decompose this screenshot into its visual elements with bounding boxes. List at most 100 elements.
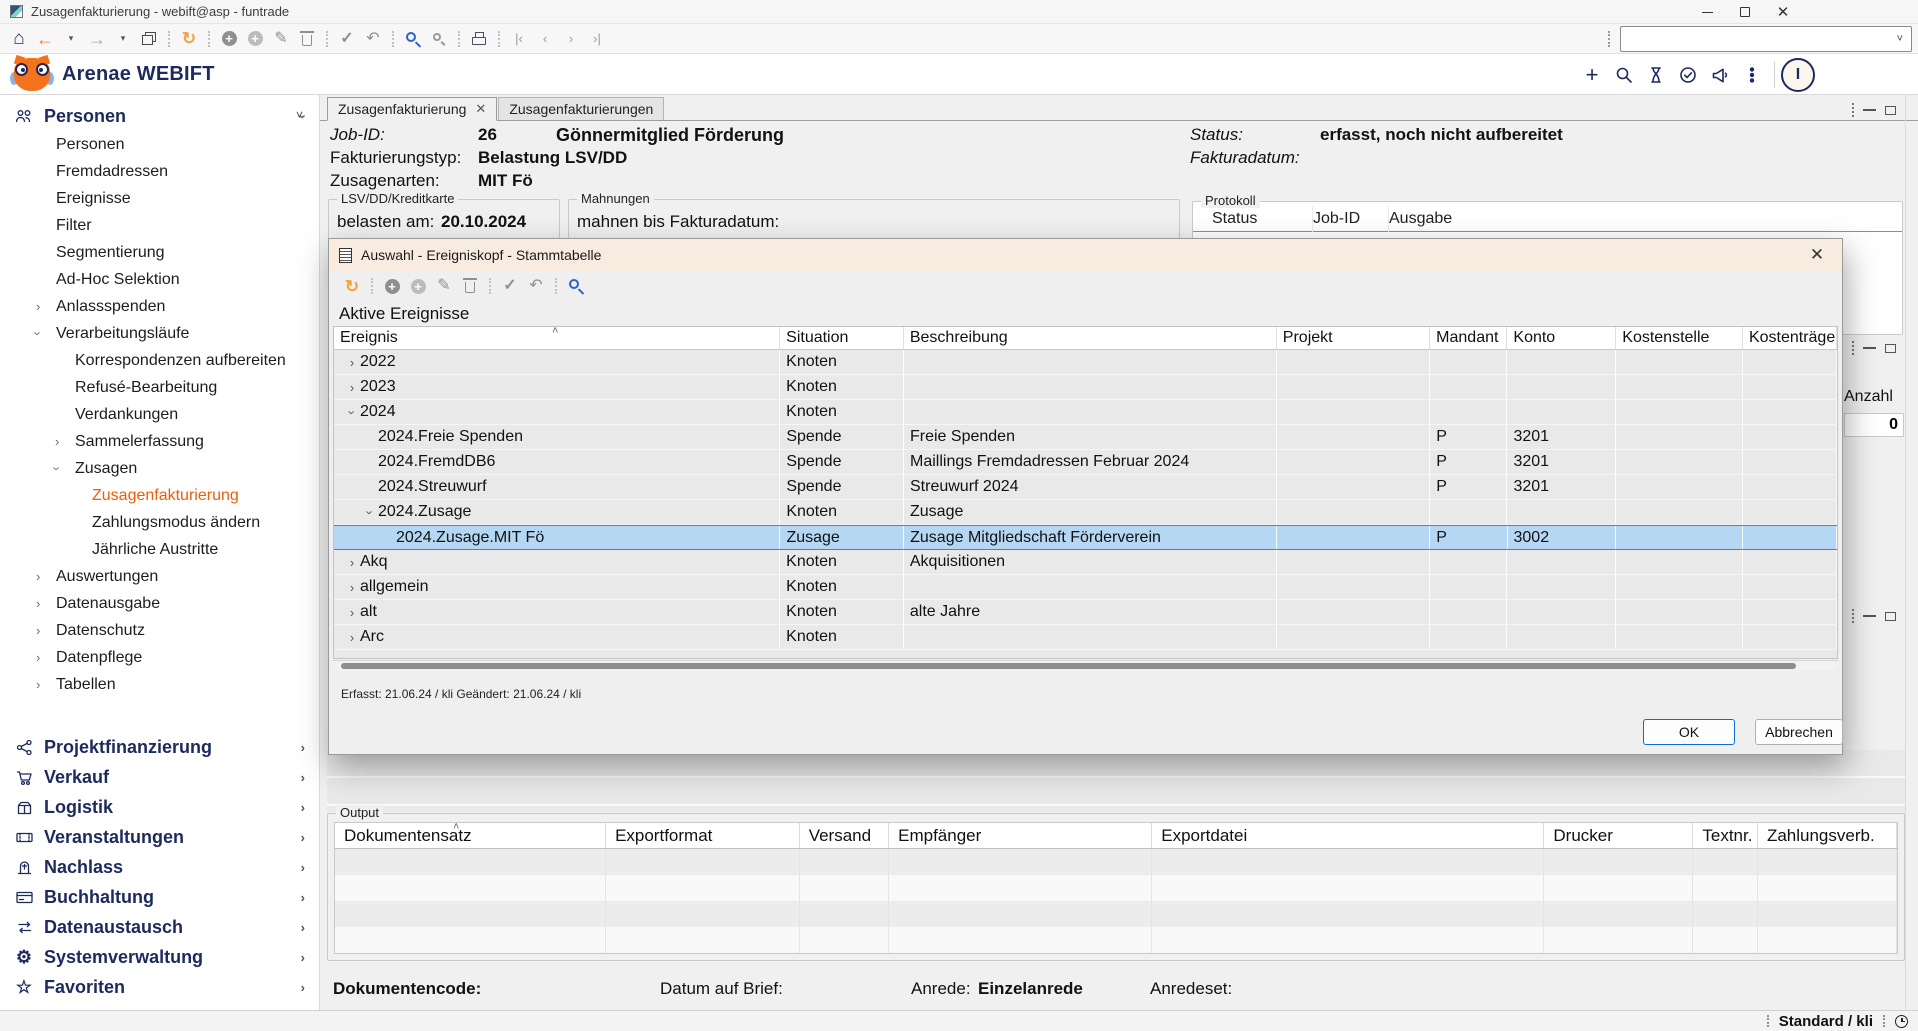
dialog-close-icon[interactable]: ✕	[1802, 245, 1832, 265]
sidebar-group-favoriten[interactable]: ☆Favoriten›	[0, 972, 319, 1002]
protokoll-column-status[interactable]: Status	[1212, 206, 1313, 232]
column-header-kostenstelle[interactable]: Kostenstelle	[1616, 327, 1743, 349]
sidebar-group-systemverwaltung[interactable]: ⚙Systemverwaltung›	[0, 942, 319, 972]
sidebar-group-projektfinanzierung[interactable]: Projektfinanzierung›	[0, 732, 319, 762]
sidebar-group-nachlass[interactable]: Nachlass›	[0, 852, 319, 882]
delete-button[interactable]	[295, 26, 319, 52]
pending-jobs-button[interactable]	[1640, 59, 1672, 91]
collapse-panel-icon[interactable]	[1863, 109, 1876, 111]
expand-panel-icon[interactable]	[1885, 106, 1896, 115]
home-button[interactable]: ⌂	[7, 26, 31, 52]
sidebar-item-verarbeitungsl-ufe[interactable]: ›Verarbeitungsläufe	[0, 320, 319, 347]
undo-button[interactable]: ↶	[524, 273, 548, 299]
add-button[interactable]: +	[1576, 59, 1608, 91]
tab-close-icon[interactable]: ✕	[475, 101, 486, 117]
chevron-right-icon[interactable]: ›	[34, 569, 56, 584]
maximize-button[interactable]	[1726, 0, 1764, 24]
edit-button[interactable]: ✎	[432, 273, 456, 299]
chevron-down-icon[interactable]: ›	[362, 505, 378, 520]
grip-icon[interactable]	[1852, 609, 1854, 623]
table-row-2022[interactable]: ›2022Knoten	[334, 350, 1837, 375]
chevron-right-icon[interactable]: ›	[344, 630, 360, 645]
sidebar-item-verdankungen[interactable]: Verdankungen	[0, 401, 319, 428]
grip-icon[interactable]	[1852, 341, 1854, 355]
tab-zusagenfakturierungen[interactable]: Zusagenfakturierungen	[498, 97, 664, 120]
chevron-right-icon[interactable]: ›	[344, 355, 360, 370]
table-row-2024-freie-spenden[interactable]: 2024.Freie SpendenSpendeFreie SpendenP32…	[334, 425, 1837, 450]
chevron-right-icon[interactable]: ›	[53, 434, 75, 449]
sidebar-item-datenausgabe[interactable]: ›Datenausgabe	[0, 590, 319, 617]
global-search-button[interactable]	[1608, 59, 1640, 91]
chevron-right-icon[interactable]: ›	[34, 650, 56, 665]
output-column-empf-nger[interactable]: Empfänger	[889, 823, 1152, 848]
confirm-button[interactable]: ✓	[498, 273, 522, 299]
sidebar-item-filter[interactable]: Filter	[0, 212, 319, 239]
table-row-2023[interactable]: ›2023Knoten	[334, 375, 1837, 400]
chevron-down-icon[interactable]: ›	[34, 326, 56, 341]
toolbar-grip-handle[interactable]	[1608, 31, 1612, 47]
forward-caret-button[interactable]: ▾	[111, 26, 135, 52]
output-column-exportdatei[interactable]: Exportdatei	[1152, 823, 1544, 848]
tab-zusagenfakturierung[interactable]: Zusagenfakturierung✕	[327, 97, 497, 121]
windows-button[interactable]	[137, 26, 161, 52]
refresh-button[interactable]: ↻	[340, 273, 364, 299]
chevron-down-icon[interactable]: ›	[53, 461, 75, 476]
confirm-button[interactable]: ✓	[335, 26, 359, 52]
sidebar-section-personen[interactable]: Personen›	[0, 101, 319, 131]
table-row-2024[interactable]: ›2024Knoten	[334, 400, 1837, 425]
expand-panel-icon[interactable]	[1885, 344, 1896, 353]
add-secondary-button[interactable]: +	[243, 26, 267, 52]
protokoll-column-job-id[interactable]: Job-ID	[1313, 206, 1389, 232]
table-row-2024-zusage-mit-f[interactable]: 2024.Zusage.MIT FöZusageZusage Mitglieds…	[334, 525, 1837, 550]
chevron-right-icon[interactable]: ›	[34, 596, 56, 611]
collapse-panel-icon[interactable]	[1863, 615, 1876, 617]
search-button[interactable]	[564, 273, 588, 299]
jump-combobox[interactable]: ˅	[1620, 26, 1912, 52]
add-button[interactable]: +	[380, 273, 404, 299]
chevron-down-icon[interactable]: ›	[344, 405, 360, 420]
close-button[interactable]: ✕	[1764, 0, 1802, 24]
sidebar-item-zusagen[interactable]: ›Zusagen	[0, 455, 319, 482]
table-row-arc[interactable]: ›ArcKnoten	[334, 625, 1837, 650]
sidebar-item-personen[interactable]: Personen	[0, 131, 319, 158]
table-row-allgemein[interactable]: ›allgemeinKnoten	[334, 575, 1837, 600]
output-column-dokumentensatz[interactable]: Dokumentensatz	[335, 823, 606, 848]
grip-icon[interactable]	[1852, 103, 1854, 117]
sidebar-item-j-hrliche-austritte[interactable]: Jährliche Austritte	[0, 536, 319, 563]
add-button[interactable]: +	[217, 26, 241, 52]
chevron-right-icon[interactable]: ›	[34, 677, 56, 692]
search-button[interactable]	[401, 26, 425, 52]
back-caret-button[interactable]: ▾	[59, 26, 83, 52]
sidebar-group-logistik[interactable]: Logistik›	[0, 792, 319, 822]
sidebar-item-ereignisse[interactable]: Ereignisse	[0, 185, 319, 212]
cancel-button[interactable]: Abbrechen	[1755, 719, 1843, 745]
table-row-2024-streuwurf[interactable]: 2024.StreuwurfSpendeStreuwurf 2024P3201	[334, 475, 1837, 500]
column-header-konto[interactable]: Konto	[1507, 327, 1616, 349]
table-row-akq[interactable]: ›AkqKnotenAkquisitionen	[334, 550, 1837, 575]
chevron-right-icon[interactable]: ›	[344, 380, 360, 395]
print-button[interactable]	[467, 26, 491, 52]
collapse-tabs-chevron-icon[interactable]: ˅	[296, 108, 303, 122]
sidebar-group-veranstaltungen[interactable]: Veranstaltungen›	[0, 822, 319, 852]
column-header-kostentr-ger[interactable]: Kostenträger	[1743, 327, 1837, 349]
output-column-drucker[interactable]: Drucker	[1544, 823, 1693, 848]
sidebar-item-korrespondenzen-aufbereiten[interactable]: Korrespondenzen aufbereiten	[0, 347, 319, 374]
clock-icon[interactable]	[1895, 1015, 1908, 1028]
output-column-exportformat[interactable]: Exportformat	[606, 823, 800, 848]
sidebar-item-zahlungsmodus-ndern[interactable]: Zahlungsmodus ändern	[0, 509, 319, 536]
sidebar-item-zusagenfakturierung[interactable]: Zusagenfakturierung	[0, 482, 319, 509]
column-header-projekt[interactable]: Projekt	[1277, 327, 1430, 349]
output-column-versand[interactable]: Versand	[800, 823, 889, 848]
nav-last-button[interactable]: ›|	[585, 26, 609, 52]
dialog-titlebar[interactable]: Auswahl - Ereigniskopf - Stammtabelle ✕	[329, 239, 1842, 271]
back-button[interactable]: ←	[33, 26, 57, 52]
sidebar-group-verkauf[interactable]: Verkauf›	[0, 762, 319, 792]
chevron-right-icon[interactable]: ›	[34, 623, 56, 638]
sidebar-group-datenaustausch[interactable]: Datenaustausch›	[0, 912, 319, 942]
refresh-button[interactable]: ↻	[177, 26, 201, 52]
sidebar-item-anlassspenden[interactable]: ›Anlassspenden	[0, 293, 319, 320]
column-header-mandant[interactable]: Mandant	[1430, 327, 1507, 349]
sidebar-group-buchhaltung[interactable]: Buchhaltung›	[0, 882, 319, 912]
announcements-button[interactable]	[1704, 59, 1736, 91]
output-column-zahlungsverb[interactable]: Zahlungsverb.	[1758, 823, 1897, 848]
